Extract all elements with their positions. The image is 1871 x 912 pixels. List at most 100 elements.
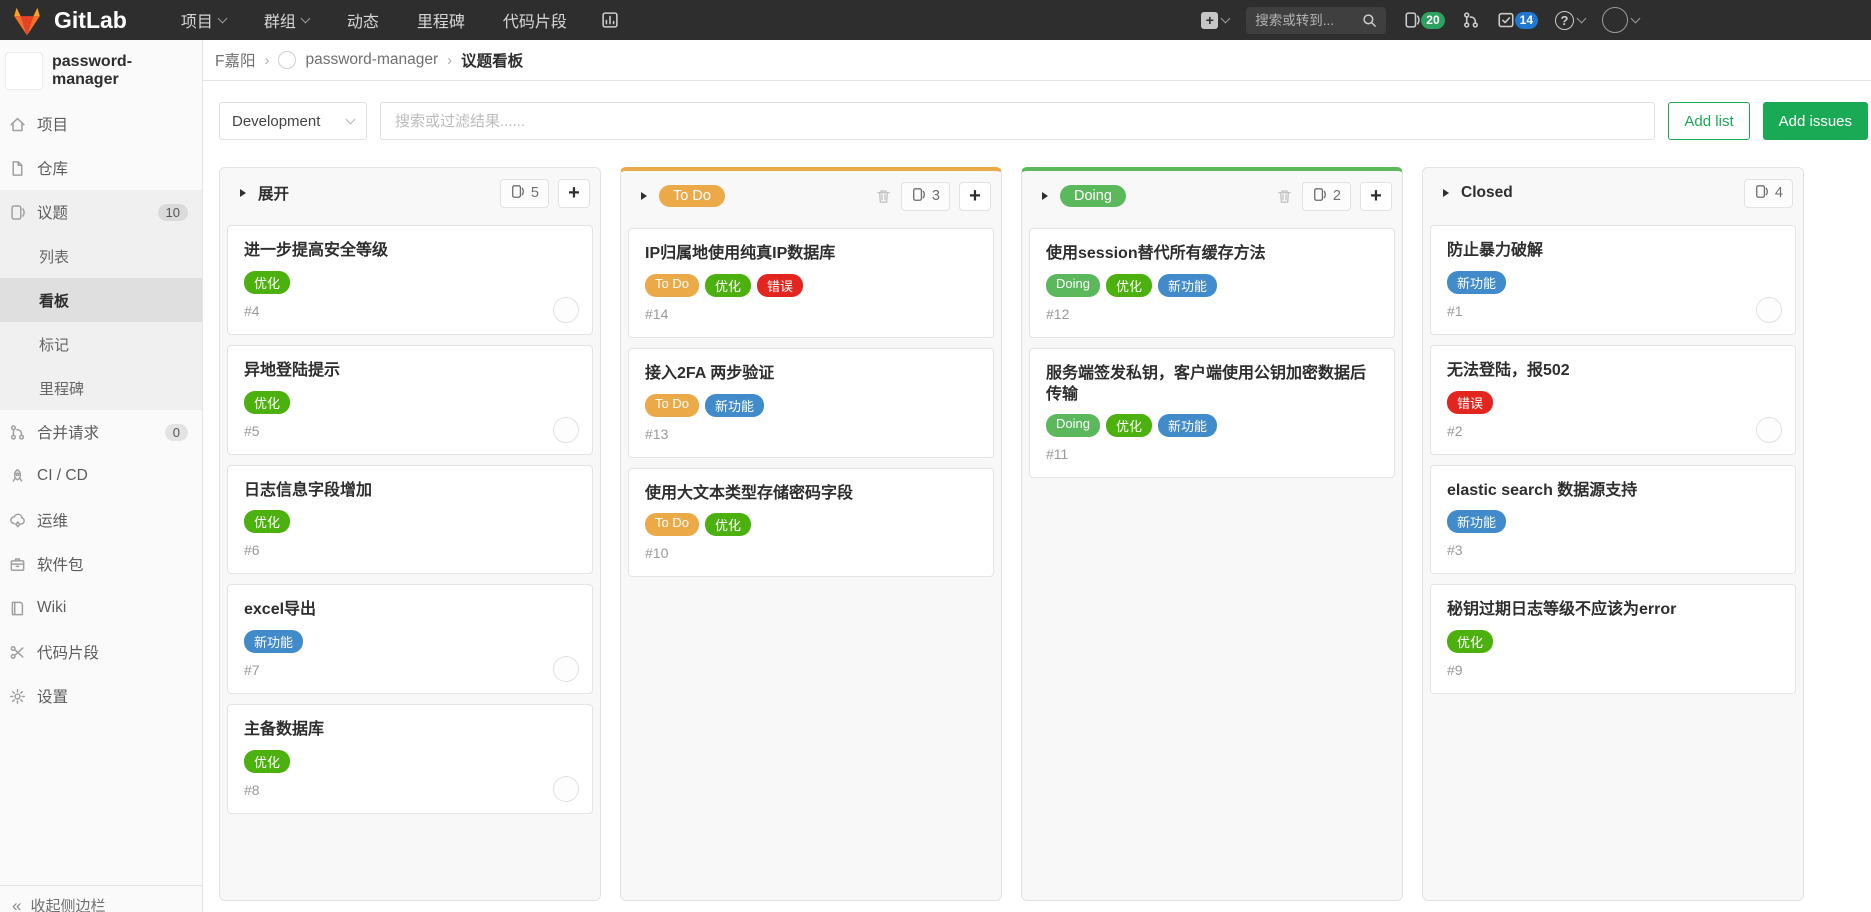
navbar-todos-button[interactable]: 14	[1497, 11, 1538, 29]
issue-count: 4	[1775, 185, 1783, 201]
issue-card[interactable]: 服务端签发私钥，客户端使用公钥加密数据后传输Doing优化新功能#11	[1029, 348, 1395, 479]
column-header: To Do3+	[621, 171, 1001, 221]
issue-card[interactable]: elastic search 数据源支持新功能#3	[1430, 465, 1796, 575]
issue-card-labels: 优化	[244, 510, 576, 533]
label-pill[interactable]: 错误	[1447, 391, 1493, 414]
label-pill[interactable]: To Do	[645, 394, 699, 417]
collapse-caret-icon[interactable]	[1042, 192, 1048, 200]
label-pill[interactable]: 新功能	[1158, 274, 1217, 297]
label-pill[interactable]: Doing	[1046, 274, 1100, 297]
breadcrumb-project-link[interactable]: password-manager	[305, 51, 438, 69]
nav-item-activity[interactable]: 动态	[347, 8, 379, 32]
label-pill[interactable]: 错误	[757, 274, 803, 297]
sidebar-item-wiki[interactable]: Wiki	[0, 586, 202, 630]
issues-count-badge: 20	[1421, 12, 1444, 29]
issue-card[interactable]: 使用大文本类型存储密码字段To Do优化#10	[628, 468, 994, 578]
issue-card[interactable]: 主备数据库优化#8	[227, 704, 593, 814]
label-pill[interactable]: 优化	[244, 271, 290, 294]
label-pill[interactable]: 优化	[1106, 274, 1152, 297]
issue-card[interactable]: IP归属地使用纯真IP数据库To Do优化错误#14	[628, 228, 994, 338]
label-pill[interactable]: To Do	[645, 274, 699, 297]
issue-card[interactable]: 日志信息字段增加优化#6	[227, 465, 593, 575]
sidebar-item-label: CI / CD	[37, 467, 88, 485]
nav-item-snippets[interactable]: 代码片段	[503, 8, 567, 32]
issue-card-title: 秘钥过期日志等级不应该为error	[1447, 600, 1779, 621]
add-list-button[interactable]: Add list	[1668, 102, 1749, 140]
label-pill[interactable]: 新功能	[244, 630, 303, 653]
chart-icon[interactable]	[601, 11, 619, 29]
label-pill[interactable]: 优化	[244, 510, 290, 533]
collapse-sidebar-button[interactable]: « 收起侧边栏	[0, 885, 202, 912]
sidebar-item-snippets[interactable]: 代码片段	[0, 630, 202, 674]
label-pill[interactable]: 新功能	[705, 394, 764, 417]
nav-item-projects[interactable]: 项目	[181, 8, 226, 32]
label-pill[interactable]: 新功能	[1447, 510, 1506, 533]
label-pill[interactable]: Doing	[1046, 414, 1100, 437]
pkg-icon	[9, 556, 26, 573]
collapse-label: 收起侧边栏	[30, 895, 105, 912]
sidebar-item-packages[interactable]: 软件包	[0, 542, 202, 586]
collapse-caret-icon[interactable]	[240, 189, 246, 197]
sidebar-project-link[interactable]: password-manager	[0, 40, 202, 102]
board-filter-input[interactable]	[380, 102, 1655, 140]
navbar-issues-button[interactable]: 20	[1403, 11, 1444, 29]
label-pill[interactable]: 优化	[244, 750, 290, 773]
board-switcher-dropdown[interactable]: Development	[219, 102, 367, 140]
issue-card[interactable]: 无法登陆，报502错误#2	[1430, 345, 1796, 455]
add-issue-button[interactable]: +	[1360, 182, 1392, 211]
sidebar-item-milestones[interactable]: 里程碑	[0, 366, 202, 410]
issue-count: 2	[1333, 188, 1341, 204]
new-menu-button[interactable]: +	[1201, 12, 1229, 29]
nav-item-milestones[interactable]: 里程碑	[417, 8, 465, 32]
sidebar-item-labels[interactable]: 标记	[0, 322, 202, 366]
sidebar-item-settings[interactable]: 设置	[0, 674, 202, 718]
issue-card[interactable]: 接入2FA 两步验证To Do新功能#13	[628, 348, 994, 458]
sidebar-item-operations[interactable]: 运维	[0, 498, 202, 542]
label-pill[interactable]: 优化	[705, 274, 751, 297]
assignee-avatar	[1756, 417, 1782, 443]
issue-card[interactable]: 防止暴力破解新功能#1	[1430, 225, 1796, 335]
merge-request-icon[interactable]	[1462, 11, 1480, 29]
global-search-input[interactable]	[1255, 13, 1356, 28]
sidebar-item-issue-list[interactable]: 列表	[0, 234, 202, 278]
delete-list-icon[interactable]	[875, 188, 892, 205]
project-sidebar: password-manager 项目仓库议题10列表看板标记里程碑合并请求0 C…	[0, 40, 203, 912]
chevron-down-icon	[346, 114, 356, 124]
label-pill[interactable]: To Do	[645, 513, 699, 536]
board-column-open: 展开5+进一步提高安全等级优化#4异地登陆提示优化#5日志信息字段增加优化#6e…	[219, 167, 601, 901]
issue-card[interactable]: 秘钥过期日志等级不应该为error优化#9	[1430, 584, 1796, 694]
gitlab-tanuki-logo-icon[interactable]	[10, 5, 44, 36]
delete-list-icon[interactable]	[1276, 188, 1293, 205]
help-menu-button[interactable]: ?	[1555, 11, 1585, 30]
sidebar-item-project-overview[interactable]: 项目	[0, 102, 202, 146]
user-avatar	[1602, 7, 1628, 33]
brand-name[interactable]: GitLab	[54, 7, 127, 34]
sidebar-item-count-badge: 10	[158, 204, 188, 221]
issue-card[interactable]: 使用session替代所有缓存方法Doing优化新功能#12	[1029, 228, 1395, 338]
sidebar-item-ci-cd[interactable]: CI / CD	[0, 454, 202, 498]
issue-card[interactable]: 异地登陆提示优化#5	[227, 345, 593, 455]
label-pill[interactable]: 优化	[1106, 414, 1152, 437]
rocket-icon	[9, 468, 26, 485]
breadcrumb-group-link[interactable]: F嘉阳	[215, 49, 255, 71]
column-header-actions: 3+	[875, 182, 991, 211]
label-pill[interactable]: 新功能	[1158, 414, 1217, 437]
label-pill[interactable]: 新功能	[1447, 271, 1506, 294]
issues-icon	[9, 204, 26, 221]
issue-card[interactable]: excel导出新功能#7	[227, 584, 593, 694]
sidebar-item-issues[interactable]: 议题10	[0, 190, 202, 234]
add-issue-button[interactable]: +	[558, 179, 590, 208]
user-menu-button[interactable]	[1602, 7, 1639, 33]
add-issue-button[interactable]: +	[959, 182, 991, 211]
collapse-caret-icon[interactable]	[641, 192, 647, 200]
label-pill[interactable]: 优化	[705, 513, 751, 536]
sidebar-item-issue-board[interactable]: 看板	[0, 278, 202, 322]
nav-item-groups[interactable]: 群组	[264, 8, 309, 32]
collapse-caret-icon[interactable]	[1443, 189, 1449, 197]
sidebar-item-repository[interactable]: 仓库	[0, 146, 202, 190]
add-issues-button[interactable]: Add issues	[1763, 102, 1868, 140]
label-pill[interactable]: 优化	[1447, 630, 1493, 653]
issue-card[interactable]: 进一步提高安全等级优化#4	[227, 225, 593, 335]
label-pill[interactable]: 优化	[244, 391, 290, 414]
sidebar-item-merge-requests[interactable]: 合并请求0	[0, 410, 202, 454]
